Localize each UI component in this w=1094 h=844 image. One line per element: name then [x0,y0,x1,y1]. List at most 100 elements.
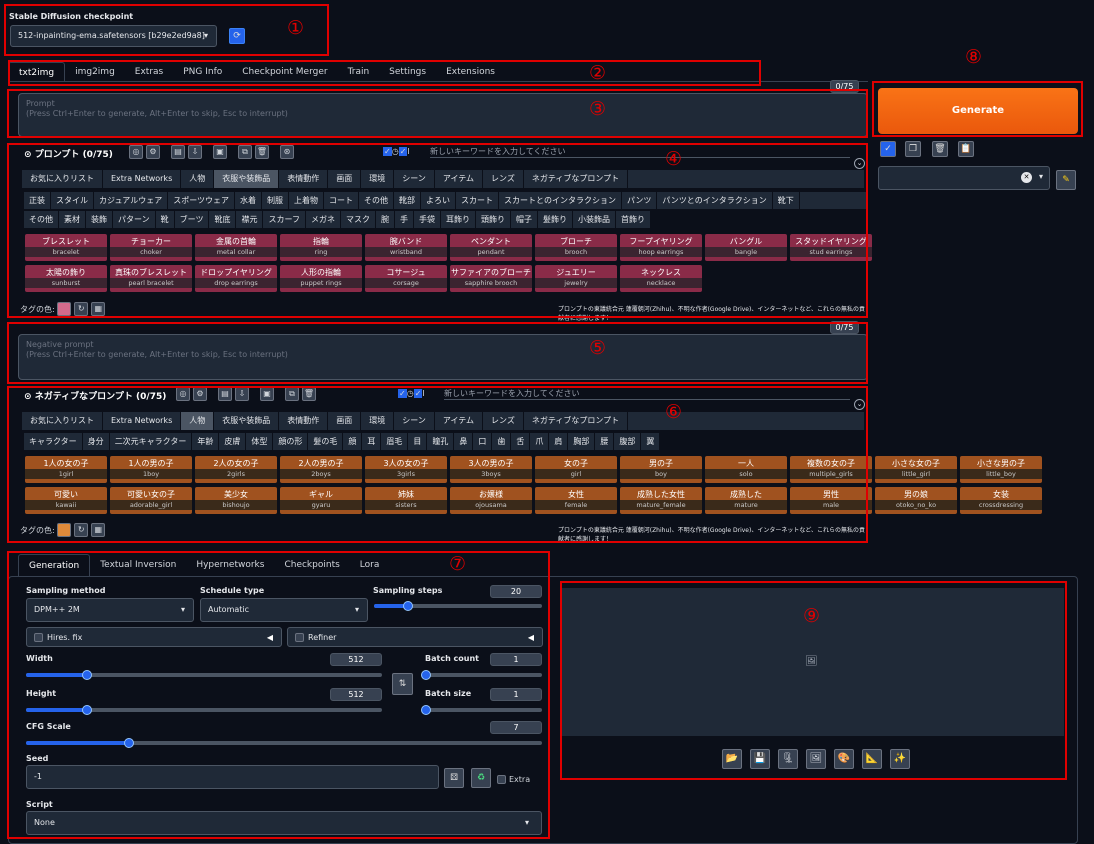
category-chip[interactable]: お気に入りリスト [22,170,103,188]
tab-txt2img[interactable]: txt2img [8,62,66,82]
prompt-tag[interactable]: コサージュ corsage [365,265,447,292]
category-chip[interactable]: 爪 [530,433,550,450]
sampling-steps-input[interactable]: 20 [490,585,542,598]
category-chip[interactable]: 表情動作 [279,412,329,430]
chevron-down-icon[interactable]: ⌄ [854,158,865,169]
sampling-steps-slider[interactable] [374,601,542,611]
prompt-tag[interactable]: 可愛い女の子 adorable_girl [110,487,192,514]
folder-icon[interactable]: 📂 [722,749,742,769]
category-chip[interactable]: 環境 [361,412,395,430]
category-chip[interactable]: 環境 [361,170,395,188]
prompt-tag[interactable]: 女性 female [535,487,617,514]
slider-handle[interactable] [402,601,413,611]
save-icon[interactable]: ▦ [91,302,106,316]
prompt-tag[interactable]: サファイアのブローチ sapphire brooch [450,265,532,292]
tab-settings[interactable]: Settings [379,62,436,82]
category-chip[interactable]: 舌 [511,433,531,450]
category-chip[interactable]: 皮膚 [219,433,247,450]
collapse-icon[interactable]: ⊙ [24,392,32,402]
category-chip[interactable]: 翼 [641,433,661,450]
category-chip[interactable]: 鼻 [454,433,474,450]
category-chip[interactable]: お気に入りリスト [22,412,103,430]
category-chip[interactable]: 年齢 [192,433,220,450]
category-chip[interactable]: Extra Networks [103,412,182,430]
category-chip[interactable]: 上着物 [289,192,325,209]
category-chip[interactable]: スカートとのインタラクション [499,192,622,209]
image-icon[interactable]: ▣ [213,145,227,159]
category-chip[interactable]: パターン [113,211,156,228]
generate-button[interactable]: Generate [878,88,1078,134]
schedule-type-select[interactable]: Automatic ▾ [200,598,368,622]
prompt-tag[interactable]: 成熟した mature [705,487,787,514]
styles-dropdown[interactable]: ✕ ▾ [878,166,1050,190]
helper-toggles[interactable]: ✓◷✓I [398,389,425,398]
category-chip[interactable]: 画面 [328,170,362,188]
category-chip[interactable]: コート [324,192,360,209]
category-chip[interactable]: 人物 [181,412,215,430]
category-chip[interactable]: その他 [359,192,395,209]
category-chip[interactable]: 体型 [246,433,274,450]
batch-size-input[interactable]: 1 [490,688,542,701]
batch-size-slider[interactable] [421,705,542,715]
prompt-tag[interactable]: 男性 male [790,487,872,514]
category-chip[interactable]: 手 [395,211,414,228]
height-input[interactable]: 512 [330,688,382,701]
category-chip[interactable]: 靴下 [773,192,800,209]
category-chip[interactable]: 靴部 [394,192,422,209]
category-chip[interactable]: その他 [24,211,59,228]
prompt-tag[interactable]: 2人の女の子 2girls [195,456,277,483]
category-chip[interactable]: 首飾り [616,211,651,228]
cfg-scale-slider[interactable] [26,738,542,748]
category-chip[interactable]: スタイル [51,192,94,209]
category-chip[interactable]: 口 [473,433,493,450]
prompt-tag[interactable]: 男の娘 otoko_no_ko [875,487,957,514]
gear-icon[interactable]: ⚙ [146,145,160,159]
category-chip[interactable]: カジュアルウェア [94,192,169,209]
category-chip[interactable]: よろい [421,192,457,209]
send-to-img2img-icon[interactable]: 🖼 [806,749,826,769]
category-chip[interactable]: レンズ [483,170,524,188]
category-chip[interactable]: 身分 [83,433,110,450]
category-chip[interactable]: 衣服や装飾品 [214,412,280,430]
category-chip[interactable]: アイテム [435,170,484,188]
tab-extensions[interactable]: Extensions [436,62,505,82]
prompt-tag[interactable]: 女の子 girl [535,456,617,483]
dice-icon[interactable]: ⚄ [444,768,464,788]
import-icon[interactable]: ⇩ [188,145,202,159]
prompt-tag[interactable]: 姉妹 sisters [365,487,447,514]
tab-hypernetworks[interactable]: Hypernetworks [186,554,274,576]
category-chip[interactable]: 髪飾り [538,211,573,228]
trash-icon[interactable]: 🗑 [932,141,948,157]
batch-count-input[interactable]: 1 [490,653,542,666]
prompt-tag[interactable]: 太陽の飾り sunburst [25,265,107,292]
zip-icon[interactable]: 🗜 [778,749,798,769]
sparkle-icon[interactable]: ✨ [890,749,910,769]
prompt-tag[interactable]: 腕バンド wristband [365,234,447,261]
category-chip[interactable]: 頭飾り [476,211,511,228]
prompt-tag[interactable]: 金属の首輪 metal collar [195,234,277,261]
prompt-tag[interactable]: 女装 crossdressing [960,487,1042,514]
pencil-icon[interactable]: ✎ [1056,170,1076,190]
sampling-method-select[interactable]: DPM++ 2M ▾ [26,598,194,622]
collapse-icon[interactable]: ⊙ [24,150,32,160]
category-chip[interactable]: 帽子 [511,211,538,228]
category-chip[interactable]: 手袋 [414,211,441,228]
prompt-tag[interactable]: 3人の女の子 3girls [365,456,447,483]
extra-checkbox[interactable]: Extra [497,775,530,784]
refiner-accordion[interactable]: Refiner ◀ [287,627,543,647]
prompt-tag[interactable]: 1人の女の子 1girl [25,456,107,483]
prompt-tag[interactable]: 小さな男の子 little_boy [960,456,1042,483]
prompt-tag[interactable]: 美少女 bishoujo [195,487,277,514]
category-chip[interactable]: メガネ [306,211,341,228]
slider-handle[interactable] [81,670,92,680]
category-chip[interactable]: 肩 [549,433,569,450]
prompt-tag[interactable]: バングル bangle [705,234,787,261]
category-chip[interactable]: キャラクター [24,433,83,450]
category-chip[interactable]: マスク [341,211,376,228]
tab-train[interactable]: Train [338,62,380,82]
category-chip[interactable]: レンズ [483,412,524,430]
prompt-tag[interactable]: ギャル gyaru [280,487,362,514]
slider-handle[interactable] [421,705,431,715]
category-chip[interactable]: 瞳孔 [427,433,455,450]
category-chip[interactable]: 人物 [181,170,215,188]
